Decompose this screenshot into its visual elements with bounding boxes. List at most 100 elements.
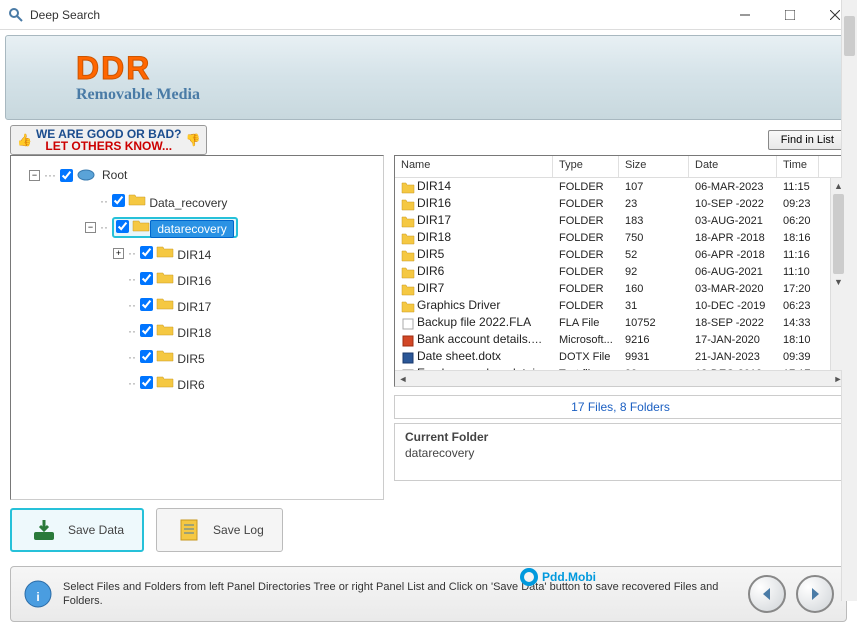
ppt-icon: [401, 335, 415, 347]
tree-toggle-icon[interactable]: −: [85, 222, 96, 233]
file-row[interactable]: DIR16FOLDER2310-SEP -202209:23: [395, 195, 846, 212]
col-date[interactable]: Date: [689, 156, 777, 177]
folder-icon: [401, 250, 415, 262]
feedback-button[interactable]: 👍 WE ARE GOOD OR BAD? LET OTHERS KNOW...…: [10, 125, 207, 155]
save-log-label: Save Log: [213, 523, 264, 537]
tree-item[interactable]: ·· Data_recovery: [15, 188, 379, 214]
file-time: 18:10: [777, 334, 819, 346]
status-summary: 17 Files, 8 Folders: [394, 395, 847, 419]
file-row[interactable]: Employee salary details.txtText file9918…: [395, 365, 846, 370]
footer-bar: i Select Files and Folders from left Pan…: [10, 566, 847, 622]
file-date: 06-MAR-2023: [689, 181, 777, 193]
toolbar: 👍 WE ARE GOOD OR BAD? LET OTHERS KNOW...…: [0, 125, 857, 155]
file-type: FOLDER: [553, 249, 619, 261]
tree-checkbox[interactable]: [112, 194, 125, 207]
file-type: Microsoft...: [553, 334, 619, 346]
file-type: FOLDER: [553, 232, 619, 244]
file-name: DIR17: [417, 213, 451, 227]
save-log-button[interactable]: Save Log: [156, 508, 283, 552]
col-size[interactable]: Size: [619, 156, 689, 177]
tree-item-label: DIR17: [174, 299, 214, 315]
file-name: DIR6: [417, 264, 444, 278]
file-rows[interactable]: DIR14FOLDER10706-MAR-202311:15DIR16 FOLDE…: [395, 178, 846, 370]
collapse-icon[interactable]: −: [29, 170, 40, 181]
tree-item[interactable]: −·· datarecovery: [15, 214, 379, 240]
find-in-list-button[interactable]: Find in List: [768, 130, 847, 150]
file-size: 750: [619, 232, 689, 244]
scroll-down-icon[interactable]: ▼: [831, 274, 846, 290]
watermark-text: Pdd.Mobi: [542, 570, 596, 584]
file-time: 09:39: [777, 351, 819, 363]
tree-root[interactable]: − ··· Root: [15, 162, 379, 188]
tree-item[interactable]: ·· DIR18: [15, 318, 379, 344]
prev-button[interactable]: [748, 575, 786, 613]
file-scrollbar-v[interactable]: ▲ ▼: [830, 178, 846, 370]
col-time[interactable]: Time: [777, 156, 819, 177]
file-size: 23: [619, 198, 689, 210]
file-type: FOLDER: [553, 283, 619, 295]
window-title: Deep Search: [30, 8, 722, 22]
save-data-icon: [30, 516, 58, 544]
tree-item[interactable]: +·· DIR14: [15, 240, 379, 266]
tree-item[interactable]: ·· DIR16: [15, 266, 379, 292]
tree-item[interactable]: ·· DIR6: [15, 370, 379, 396]
tree-checkbox[interactable]: [140, 246, 153, 259]
file-row[interactable]: DIR6FOLDER9206-AUG-202111:10: [395, 263, 846, 280]
file-name: DIR16: [417, 196, 451, 210]
tree-checkbox[interactable]: [116, 220, 129, 233]
file-row[interactable]: DIR5FOLDER5206-APR -201811:16: [395, 246, 846, 263]
drive-icon: [77, 168, 95, 182]
file-time: 06:23: [777, 300, 819, 312]
file-size: 183: [619, 215, 689, 227]
tree-view[interactable]: − ··· Root ·· Data_recovery−·· datarecov…: [11, 156, 383, 499]
tree-item[interactable]: ·· DIR5: [15, 344, 379, 370]
watermark: Pdd.Mobi: [520, 568, 596, 586]
col-name[interactable]: Name: [395, 156, 553, 177]
file-row[interactable]: Graphics DriverFOLDER3110-DEC -201906:23: [395, 297, 846, 314]
folder-icon: [401, 284, 415, 296]
folder-icon: [401, 233, 415, 245]
header-banner: DDR Removable Media: [5, 35, 852, 120]
folder-icon: [132, 219, 150, 233]
brand-logo: DDR: [76, 52, 200, 84]
tree-item[interactable]: ·· DIR17: [15, 292, 379, 318]
tree-checkbox[interactable]: [140, 324, 153, 337]
tree-checkbox[interactable]: [140, 376, 153, 389]
file-date: 03-AUG-2021: [689, 215, 777, 227]
folder-icon: [401, 301, 415, 313]
col-type[interactable]: Type: [553, 156, 619, 177]
save-log-icon: [175, 516, 203, 544]
minimize-button[interactable]: [722, 0, 767, 30]
file-row[interactable]: Date sheet.dotxDOTX File993121-JAN-20230…: [395, 348, 846, 365]
tree-item-label: DIR16: [174, 273, 214, 289]
tree-checkbox[interactable]: [140, 350, 153, 363]
file-date: 06-APR -2018: [689, 249, 777, 261]
tree-root-label: Root: [99, 167, 130, 183]
file-row[interactable]: DIR14FOLDER10706-MAR-202311:15: [395, 178, 846, 195]
save-data-button[interactable]: Save Data: [10, 508, 144, 552]
file-row[interactable]: Bank account details.PPTMicrosoft...9216…: [395, 331, 846, 348]
tree-checkbox[interactable]: [140, 272, 153, 285]
info-icon: i: [23, 579, 53, 609]
scroll-up-icon[interactable]: ▲: [831, 178, 846, 194]
file-size: 31: [619, 300, 689, 312]
file-row[interactable]: DIR7FOLDER16003-MAR-202017:20: [395, 280, 846, 297]
file-time: 06:20: [777, 215, 819, 227]
file-time: 11:16: [777, 249, 819, 261]
file-scrollbar-h[interactable]: ◄ ►: [395, 370, 846, 386]
file-type: FOLDER: [553, 198, 619, 210]
thumbs-down-icon: 👎: [186, 133, 201, 147]
file-row[interactable]: DIR18FOLDER75018-APR -201818:16: [395, 229, 846, 246]
tree-checkbox[interactable]: [60, 169, 73, 182]
file-type: FOLDER: [553, 215, 619, 227]
file-date: 10-DEC -2019: [689, 300, 777, 312]
tree-toggle-icon[interactable]: +: [113, 248, 124, 259]
file-row[interactable]: DIR17 FOLDER18303-AUG-202106:20: [395, 212, 846, 229]
file-row[interactable]: Backup file 2022.FLAFLA File1075218-SEP …: [395, 314, 846, 331]
scroll-left-icon[interactable]: ◄: [395, 371, 411, 387]
maximize-button[interactable]: [767, 0, 812, 30]
tree-checkbox[interactable]: [140, 298, 153, 311]
brand-subtitle: Removable Media: [76, 86, 200, 104]
next-button[interactable]: [796, 575, 834, 613]
thumbs-up-icon: 👍: [17, 133, 32, 147]
